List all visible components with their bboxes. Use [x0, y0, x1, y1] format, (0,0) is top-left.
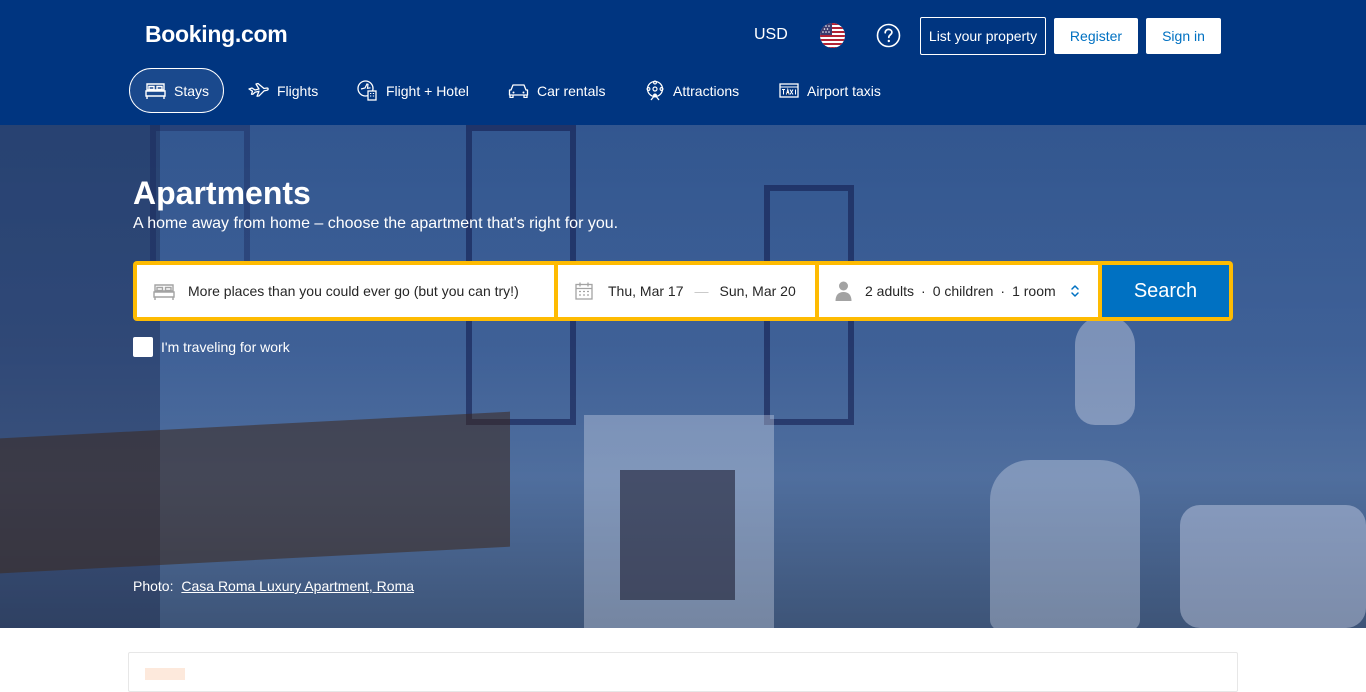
- help-icon[interactable]: [876, 23, 901, 48]
- nav-tab-label: Car rentals: [537, 82, 606, 99]
- guests-field[interactable]: 2 adults · 0 children · 1 room: [819, 265, 1098, 317]
- guest-separator: ·: [1000, 283, 1006, 299]
- sign-in-button[interactable]: Sign in: [1146, 18, 1221, 54]
- date-separator: —: [694, 283, 709, 299]
- list-your-property-button[interactable]: List your property: [920, 17, 1046, 55]
- nav-tab-stays[interactable]: Stays: [129, 68, 224, 113]
- hero-photo-table: [0, 411, 510, 574]
- bed-icon: [153, 283, 175, 300]
- register-button[interactable]: Register: [1054, 18, 1138, 54]
- plane-icon: [248, 82, 269, 97]
- destination-input[interactable]: More places than you could ever go (but …: [188, 283, 519, 299]
- nav-tab-car-rentals[interactable]: Car rentals: [508, 68, 605, 113]
- currency-selector[interactable]: USD: [754, 26, 788, 44]
- photo-credit-prefix: Photo:: [133, 578, 174, 594]
- work-travel-checkbox[interactable]: [133, 337, 153, 357]
- calendar-icon: [575, 282, 593, 300]
- destination-field[interactable]: More places than you could ever go (but …: [137, 265, 554, 317]
- up-down-chevron-icon: [1070, 285, 1079, 297]
- nav-tab-label: Airport taxis: [807, 82, 881, 99]
- nav-tab-airport-taxis[interactable]: Airport taxis: [779, 68, 881, 113]
- children-count: 0 children: [932, 283, 994, 299]
- photo-credit-link[interactable]: Casa Roma Luxury Apartment, Roma: [181, 578, 414, 594]
- date-range-field[interactable]: Thu, Mar 17 — Sun, Mar 20: [558, 265, 815, 317]
- nav-tab-attractions[interactable]: Attractions: [645, 68, 739, 113]
- attractions-icon: [646, 80, 664, 101]
- page-subtitle: A home away from home – choose the apart…: [133, 215, 619, 232]
- hero-photo-chair: [990, 460, 1140, 628]
- nav-tab-flight-hotel[interactable]: Flight + Hotel: [357, 68, 469, 113]
- guest-separator: ·: [921, 283, 926, 299]
- nav-tab-label: Flight + Hotel: [386, 82, 469, 99]
- car-icon: [508, 84, 529, 98]
- hero-photo-fireplace-opening: [620, 470, 735, 600]
- page-title: Apartments: [133, 175, 311, 211]
- search-bar: More places than you could ever go (but …: [133, 261, 1233, 321]
- nav-tab-label: Stays: [174, 82, 210, 99]
- checkout-date[interactable]: Sun, Mar 20: [719, 283, 795, 299]
- nav-tab-label: Flights: [277, 82, 319, 99]
- flight-hotel-icon: [357, 80, 377, 101]
- booking-logo[interactable]: Booking.com: [145, 21, 288, 48]
- checkin-date[interactable]: Thu, Mar 17: [608, 283, 683, 299]
- work-travel-label: I'm traveling for work: [161, 339, 290, 355]
- hero-photo-sofa: [1180, 505, 1366, 628]
- adults-count: 2 adults: [865, 283, 915, 299]
- nav-tab-flights[interactable]: Flights: [248, 68, 318, 113]
- work-travel-option[interactable]: I'm traveling for work: [133, 337, 290, 357]
- search-button[interactable]: Search: [1102, 265, 1229, 317]
- bed-icon: [145, 83, 166, 99]
- us-flag-icon[interactable]: [820, 23, 845, 48]
- hero-photo-lamp: [1075, 315, 1135, 425]
- info-card-icon: [145, 668, 185, 680]
- info-card: [128, 652, 1238, 692]
- rooms-count: 1 room: [1012, 283, 1056, 299]
- photo-credit: Photo: Casa Roma Luxury Apartment, Roma: [133, 578, 414, 594]
- top-header: Booking.com USD List your property Regis…: [0, 0, 1366, 125]
- person-icon: [835, 281, 852, 301]
- taxi-icon: [779, 83, 799, 98]
- nav-tab-label: Attractions: [673, 82, 740, 99]
